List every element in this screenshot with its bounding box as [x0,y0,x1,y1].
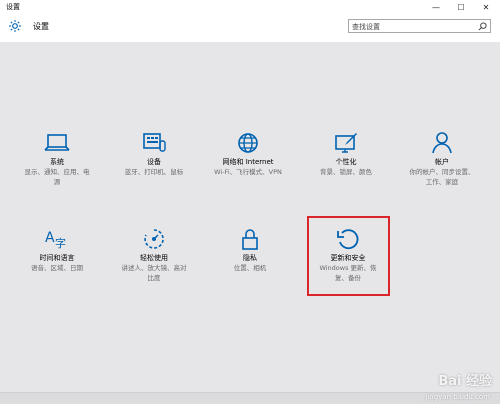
maximize-button[interactable]: ☐ [451,0,471,14]
search-box[interactable]: 查找设置 [348,19,491,33]
category-desc: 比度 [147,274,161,282]
category-label: 个性化 [335,158,357,166]
category-label: 时间和语言 [39,254,75,262]
minimize-button[interactable]: — [426,0,446,14]
category-personalization[interactable]: 个性化 背景、锁屏、颜色 [300,132,392,177]
category-desc: 你的帐户、同步设置、 [409,168,475,176]
category-label: 设备 [147,158,161,166]
category-network[interactable]: 网络和 Internet Wi-Fi、飞行模式、VPN [202,132,294,177]
category-desc: Wi-Fi、飞行模式、VPN [214,168,282,176]
category-ease-of-access[interactable]: 轻松使用 讲述人、放大镜、高对 比度 [108,228,200,283]
category-label: 网络和 Internet [222,158,274,166]
category-desc: 蓝牙、打印机、鼠标 [124,168,184,176]
watermark-url: jingyan.baidu.com [425,393,490,401]
person-icon [432,132,452,154]
category-accounts[interactable]: 帐户 你的帐户、同步设置、 工作、家庭 [396,132,488,187]
category-label: 轻松使用 [140,254,168,262]
paint-monitor-icon [335,133,357,153]
highlight-box [307,216,390,296]
keyboard-icon [143,133,166,152]
category-desc: 显示、通知、应用、电 [24,168,90,176]
category-desc: 工作、家庭 [425,178,459,186]
close-button[interactable]: ✕ [476,0,496,14]
category-time-language[interactable]: A 字 时间和语言 语音、区域、日期 [11,228,103,273]
category-label: 帐户 [435,158,449,166]
window-title: 设置 [6,3,20,11]
title-bar: 设置 — ☐ ✕ [0,0,500,14]
category-system[interactable]: 系统 显示、通知、应用、电 源 [11,132,103,187]
gear-icon [9,20,21,32]
watermark-logo: Bai 经验 [438,374,492,389]
ease-of-access-icon [144,229,164,249]
category-desc: 源 [53,178,61,186]
category-desc: 讲述人、放大镜、高对 [121,264,187,272]
category-privacy[interactable]: 隐私 位置、相机 [204,228,296,273]
svg-text:字: 字 [55,236,66,250]
search-icon[interactable] [478,22,487,31]
category-devices[interactable]: 设备 蓝牙、打印机、鼠标 [108,132,200,177]
laptop-icon [44,134,70,151]
time-language-icon: A 字 [45,230,66,250]
category-desc: 位置、相机 [233,264,267,272]
category-desc: 语音、区域、日期 [31,264,83,272]
svg-text:A: A [45,230,55,246]
search-input[interactable]: 查找设置 [352,22,380,32]
page-title: 设置 [33,22,49,31]
category-label: 隐私 [243,254,257,262]
settings-window: 设置 — ☐ ✕ 设置 查找设置 系统 显示、通知、应用、电 源 设备 蓝牙、打… [0,0,500,392]
category-label: 系统 [50,158,64,166]
category-desc: 背景、锁屏、颜色 [320,168,372,176]
lock-icon [242,229,258,250]
globe-icon [238,133,258,153]
